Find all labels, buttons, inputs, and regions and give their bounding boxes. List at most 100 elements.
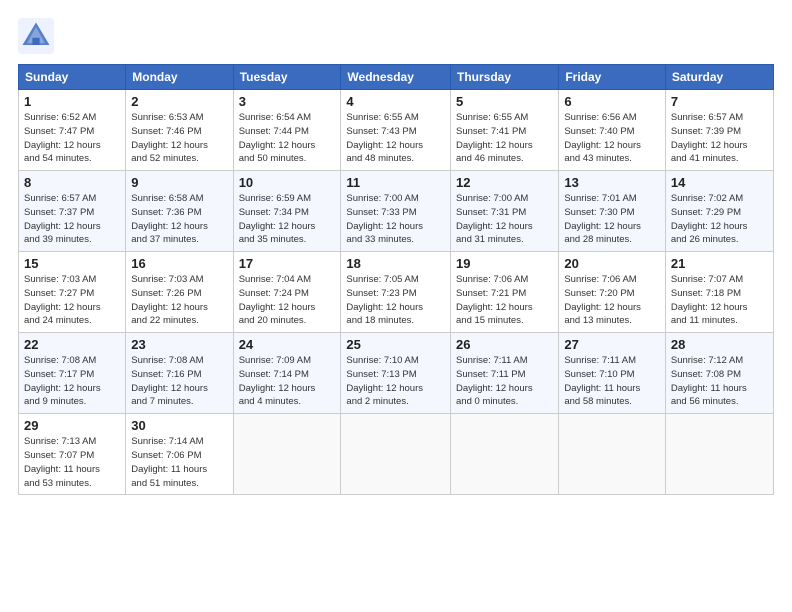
col-header-thursday: Thursday (451, 65, 559, 90)
day-number: 26 (456, 337, 553, 352)
calendar-cell (665, 414, 773, 495)
day-info: Sunrise: 7:00 AMSunset: 7:33 PMDaylight:… (346, 193, 423, 245)
logo-icon (18, 18, 54, 54)
day-info: Sunrise: 7:08 AMSunset: 7:17 PMDaylight:… (24, 355, 101, 407)
day-number: 17 (239, 256, 336, 271)
calendar-body: 1 Sunrise: 6:52 AMSunset: 7:47 PMDayligh… (19, 90, 774, 495)
day-number: 5 (456, 94, 553, 109)
day-number: 8 (24, 175, 120, 190)
day-number: 18 (346, 256, 445, 271)
day-info: Sunrise: 7:02 AMSunset: 7:29 PMDaylight:… (671, 193, 748, 245)
col-header-tuesday: Tuesday (233, 65, 341, 90)
calendar-cell: 7 Sunrise: 6:57 AMSunset: 7:39 PMDayligh… (665, 90, 773, 171)
day-info: Sunrise: 6:57 AMSunset: 7:39 PMDaylight:… (671, 112, 748, 164)
day-info: Sunrise: 7:01 AMSunset: 7:30 PMDaylight:… (564, 193, 641, 245)
day-number: 3 (239, 94, 336, 109)
day-info: Sunrise: 6:53 AMSunset: 7:46 PMDaylight:… (131, 112, 208, 164)
day-number: 21 (671, 256, 768, 271)
calendar-cell: 18 Sunrise: 7:05 AMSunset: 7:23 PMDaylig… (341, 252, 451, 333)
calendar-cell: 1 Sunrise: 6:52 AMSunset: 7:47 PMDayligh… (19, 90, 126, 171)
day-info: Sunrise: 7:03 AMSunset: 7:27 PMDaylight:… (24, 274, 101, 326)
calendar-cell: 13 Sunrise: 7:01 AMSunset: 7:30 PMDaylig… (559, 171, 666, 252)
page: SundayMondayTuesdayWednesdayThursdayFrid… (0, 0, 792, 612)
calendar-cell (341, 414, 451, 495)
day-info: Sunrise: 7:06 AMSunset: 7:21 PMDaylight:… (456, 274, 533, 326)
calendar-cell: 12 Sunrise: 7:00 AMSunset: 7:31 PMDaylig… (451, 171, 559, 252)
day-number: 10 (239, 175, 336, 190)
day-info: Sunrise: 7:05 AMSunset: 7:23 PMDaylight:… (346, 274, 423, 326)
day-number: 28 (671, 337, 768, 352)
day-info: Sunrise: 7:06 AMSunset: 7:20 PMDaylight:… (564, 274, 641, 326)
day-info: Sunrise: 7:11 AMSunset: 7:11 PMDaylight:… (456, 355, 533, 407)
calendar-cell: 20 Sunrise: 7:06 AMSunset: 7:20 PMDaylig… (559, 252, 666, 333)
day-info: Sunrise: 7:04 AMSunset: 7:24 PMDaylight:… (239, 274, 316, 326)
day-info: Sunrise: 7:14 AMSunset: 7:06 PMDaylight:… (131, 436, 207, 488)
day-info: Sunrise: 6:57 AMSunset: 7:37 PMDaylight:… (24, 193, 101, 245)
col-header-wednesday: Wednesday (341, 65, 451, 90)
day-info: Sunrise: 7:07 AMSunset: 7:18 PMDaylight:… (671, 274, 748, 326)
calendar-cell: 28 Sunrise: 7:12 AMSunset: 7:08 PMDaylig… (665, 333, 773, 414)
calendar-cell: 26 Sunrise: 7:11 AMSunset: 7:11 PMDaylig… (451, 333, 559, 414)
day-info: Sunrise: 6:58 AMSunset: 7:36 PMDaylight:… (131, 193, 208, 245)
column-header-row: SundayMondayTuesdayWednesdayThursdayFrid… (19, 65, 774, 90)
day-info: Sunrise: 6:56 AMSunset: 7:40 PMDaylight:… (564, 112, 641, 164)
day-number: 15 (24, 256, 120, 271)
calendar-cell: 9 Sunrise: 6:58 AMSunset: 7:36 PMDayligh… (126, 171, 233, 252)
day-number: 4 (346, 94, 445, 109)
day-number: 16 (131, 256, 227, 271)
calendar-cell: 2 Sunrise: 6:53 AMSunset: 7:46 PMDayligh… (126, 90, 233, 171)
day-number: 23 (131, 337, 227, 352)
day-number: 27 (564, 337, 660, 352)
calendar-cell: 5 Sunrise: 6:55 AMSunset: 7:41 PMDayligh… (451, 90, 559, 171)
calendar-cell: 14 Sunrise: 7:02 AMSunset: 7:29 PMDaylig… (665, 171, 773, 252)
day-number: 9 (131, 175, 227, 190)
calendar-table: SundayMondayTuesdayWednesdayThursdayFrid… (18, 64, 774, 495)
col-header-friday: Friday (559, 65, 666, 90)
calendar-cell: 30 Sunrise: 7:14 AMSunset: 7:06 PMDaylig… (126, 414, 233, 495)
day-info: Sunrise: 7:11 AMSunset: 7:10 PMDaylight:… (564, 355, 640, 407)
day-number: 19 (456, 256, 553, 271)
day-info: Sunrise: 7:08 AMSunset: 7:16 PMDaylight:… (131, 355, 208, 407)
calendar-cell: 10 Sunrise: 6:59 AMSunset: 7:34 PMDaylig… (233, 171, 341, 252)
day-number: 7 (671, 94, 768, 109)
day-number: 1 (24, 94, 120, 109)
col-header-saturday: Saturday (665, 65, 773, 90)
day-info: Sunrise: 6:55 AMSunset: 7:41 PMDaylight:… (456, 112, 533, 164)
calendar-cell: 11 Sunrise: 7:00 AMSunset: 7:33 PMDaylig… (341, 171, 451, 252)
day-number: 24 (239, 337, 336, 352)
day-info: Sunrise: 6:59 AMSunset: 7:34 PMDaylight:… (239, 193, 316, 245)
week-row-2: 8 Sunrise: 6:57 AMSunset: 7:37 PMDayligh… (19, 171, 774, 252)
day-number: 12 (456, 175, 553, 190)
calendar-cell: 22 Sunrise: 7:08 AMSunset: 7:17 PMDaylig… (19, 333, 126, 414)
day-info: Sunrise: 7:00 AMSunset: 7:31 PMDaylight:… (456, 193, 533, 245)
col-header-monday: Monday (126, 65, 233, 90)
calendar-cell: 17 Sunrise: 7:04 AMSunset: 7:24 PMDaylig… (233, 252, 341, 333)
calendar-cell: 3 Sunrise: 6:54 AMSunset: 7:44 PMDayligh… (233, 90, 341, 171)
calendar-cell: 21 Sunrise: 7:07 AMSunset: 7:18 PMDaylig… (665, 252, 773, 333)
calendar-cell: 24 Sunrise: 7:09 AMSunset: 7:14 PMDaylig… (233, 333, 341, 414)
calendar-cell: 23 Sunrise: 7:08 AMSunset: 7:16 PMDaylig… (126, 333, 233, 414)
day-info: Sunrise: 6:55 AMSunset: 7:43 PMDaylight:… (346, 112, 423, 164)
week-row-4: 22 Sunrise: 7:08 AMSunset: 7:17 PMDaylig… (19, 333, 774, 414)
calendar-cell: 19 Sunrise: 7:06 AMSunset: 7:21 PMDaylig… (451, 252, 559, 333)
calendar-cell (451, 414, 559, 495)
week-row-5: 29 Sunrise: 7:13 AMSunset: 7:07 PMDaylig… (19, 414, 774, 495)
day-info: Sunrise: 7:03 AMSunset: 7:26 PMDaylight:… (131, 274, 208, 326)
day-number: 20 (564, 256, 660, 271)
day-info: Sunrise: 7:13 AMSunset: 7:07 PMDaylight:… (24, 436, 100, 488)
week-row-3: 15 Sunrise: 7:03 AMSunset: 7:27 PMDaylig… (19, 252, 774, 333)
calendar-cell: 27 Sunrise: 7:11 AMSunset: 7:10 PMDaylig… (559, 333, 666, 414)
day-number: 13 (564, 175, 660, 190)
calendar-cell: 29 Sunrise: 7:13 AMSunset: 7:07 PMDaylig… (19, 414, 126, 495)
calendar-cell: 8 Sunrise: 6:57 AMSunset: 7:37 PMDayligh… (19, 171, 126, 252)
day-number: 30 (131, 418, 227, 433)
day-number: 29 (24, 418, 120, 433)
day-number: 11 (346, 175, 445, 190)
calendar-cell: 6 Sunrise: 6:56 AMSunset: 7:40 PMDayligh… (559, 90, 666, 171)
calendar-cell (233, 414, 341, 495)
week-row-1: 1 Sunrise: 6:52 AMSunset: 7:47 PMDayligh… (19, 90, 774, 171)
day-info: Sunrise: 6:54 AMSunset: 7:44 PMDaylight:… (239, 112, 316, 164)
logo (18, 18, 58, 54)
calendar-cell: 25 Sunrise: 7:10 AMSunset: 7:13 PMDaylig… (341, 333, 451, 414)
col-header-sunday: Sunday (19, 65, 126, 90)
